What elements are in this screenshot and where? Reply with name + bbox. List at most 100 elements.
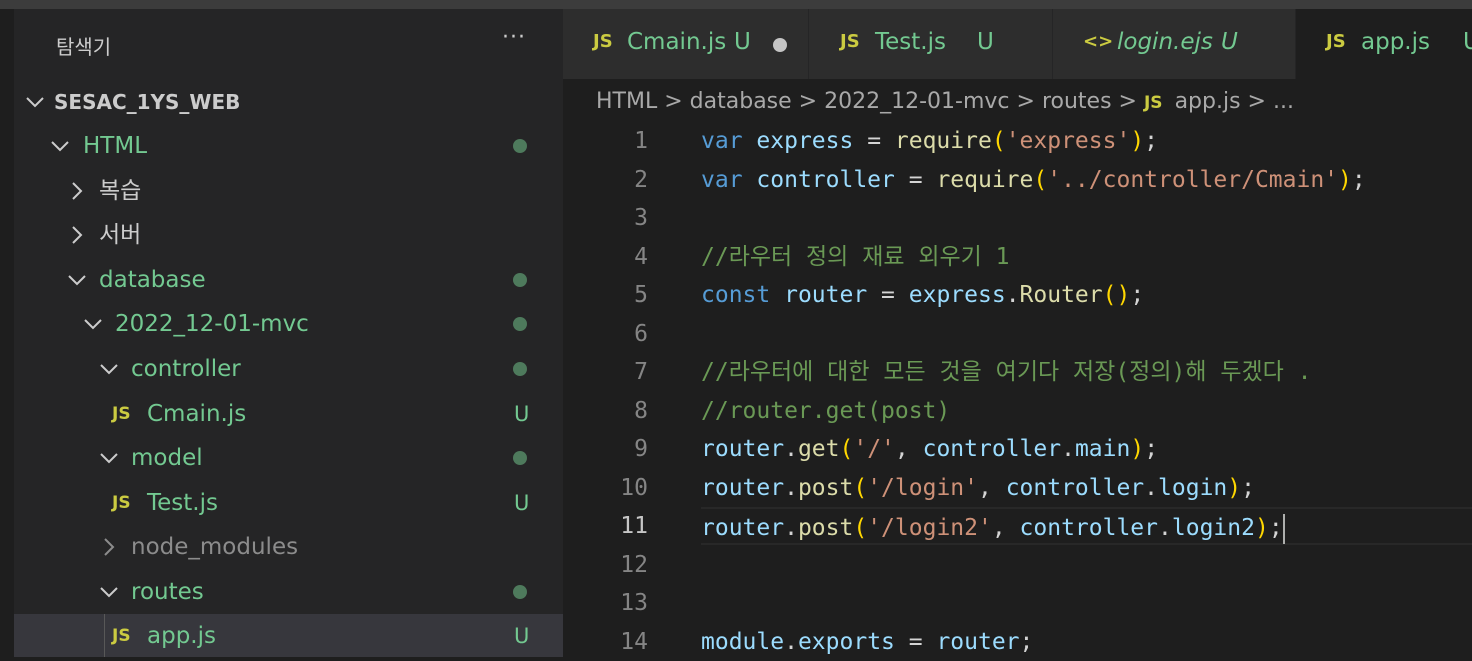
tab-label: Test.js bbox=[875, 29, 946, 55]
chevron-right-icon: > bbox=[664, 89, 683, 114]
tree-item-database[interactable]: database bbox=[14, 258, 563, 302]
code-token: module bbox=[701, 628, 785, 655]
code-token: , bbox=[991, 515, 1020, 541]
code-token: ( bbox=[1033, 166, 1048, 193]
code-token: ; bbox=[1144, 128, 1159, 154]
code-line[interactable]: 1 var express = require('express'); bbox=[563, 122, 1472, 160]
code-text: var controller = require('../controller/… bbox=[701, 161, 1472, 195]
code-token: = bbox=[894, 166, 937, 193]
tree-item-label: 복습 bbox=[99, 178, 142, 204]
tab-app-js[interactable]: JS app.js U bbox=[1296, 9, 1472, 79]
tree-item-cmain-js[interactable]: JS Cmain.js U bbox=[14, 392, 563, 436]
code-line[interactable]: 11 router.post('/login2', controller.logi… bbox=[563, 507, 1472, 545]
explorer-header: 탐색기 ··· bbox=[14, 9, 563, 79]
breadcrumb-item[interactable]: routes bbox=[1042, 89, 1112, 114]
tab-test-js[interactable]: JS Test.js U bbox=[809, 9, 1053, 79]
code-token: , bbox=[977, 474, 1006, 501]
code-token: controller bbox=[756, 166, 895, 193]
code-line[interactable]: 2 var controller = require('../controller… bbox=[563, 161, 1472, 199]
code-line[interactable]: 7 //라우터에 대한 모든 것을 여기다 저장(정의)해 두겠다 . bbox=[563, 353, 1472, 391]
code-token: . bbox=[1005, 282, 1020, 308]
code-line[interactable]: 14 module.exports = router; bbox=[563, 623, 1472, 661]
line-number: 7 bbox=[634, 359, 648, 385]
code-token: ; bbox=[1351, 166, 1366, 193]
line-number: 9 bbox=[634, 436, 648, 462]
code-token: . bbox=[1144, 474, 1159, 501]
chevron-down-icon bbox=[82, 302, 104, 346]
tree-item-label: app.js bbox=[147, 623, 216, 649]
code-line[interactable]: 9 router.get('/', controller.main); bbox=[563, 430, 1472, 468]
tree-item-node-modules[interactable]: node_modules bbox=[14, 525, 563, 569]
js-file-icon: JS bbox=[112, 493, 131, 513]
code-token: controller bbox=[1019, 515, 1159, 541]
tab-login-ejs[interactable]: <> login.ejs U bbox=[1053, 9, 1296, 79]
chevron-right-icon: > bbox=[798, 89, 818, 114]
tab-label: login.ejs bbox=[1117, 29, 1213, 55]
breadcrumb-item[interactable]: database bbox=[690, 89, 792, 114]
code-token: express bbox=[756, 128, 854, 154]
tree-item-test-js[interactable]: JS Test.js U bbox=[14, 481, 563, 525]
code-token: ( bbox=[853, 515, 868, 541]
code-line[interactable]: 10 router.post('/login', controller.login… bbox=[563, 469, 1472, 507]
code-line[interactable]: 13 bbox=[563, 584, 1472, 622]
unsaved-dot-icon[interactable] bbox=[773, 38, 787, 52]
code-token: ( bbox=[839, 436, 854, 462]
code-token: router bbox=[701, 515, 785, 541]
code-token: express bbox=[908, 282, 1006, 308]
tree-item-label: HTML bbox=[83, 133, 148, 159]
line-number: 10 bbox=[620, 474, 648, 501]
code-token: = bbox=[867, 282, 909, 308]
code-text: //router.get(post) bbox=[701, 392, 1472, 426]
modified-dot-icon bbox=[513, 317, 527, 331]
tree-item-routes[interactable]: routes bbox=[14, 570, 563, 614]
tree-item-label: Cmain.js bbox=[147, 401, 247, 427]
code-line[interactable]: 5 const router = express.Router(); bbox=[563, 276, 1472, 314]
code-brackets-icon: <> bbox=[1083, 31, 1114, 52]
code-line[interactable]: 3 bbox=[563, 199, 1472, 237]
code-token: ) bbox=[1130, 436, 1145, 462]
breadcrumb-item[interactable]: HTML bbox=[596, 89, 657, 114]
code-text: var express = require('express'); bbox=[701, 122, 1472, 156]
code-text: //라우터 정의 재료 외우기 1 bbox=[701, 238, 1472, 272]
js-file-icon: JS bbox=[593, 31, 613, 52]
code-line[interactable]: 12 bbox=[563, 546, 1472, 584]
code-token: ( bbox=[853, 474, 868, 501]
more-actions-icon[interactable]: ··· bbox=[502, 25, 526, 50]
chevron-right-icon: > bbox=[1247, 89, 1266, 114]
modified-dot-icon bbox=[513, 451, 527, 465]
js-file-icon: JS bbox=[1326, 31, 1346, 52]
explorer-title: 탐색기 bbox=[56, 35, 112, 59]
code-token: , bbox=[894, 436, 923, 462]
breadcrumb-more[interactable]: ... bbox=[1273, 89, 1294, 114]
code-token: . bbox=[784, 515, 798, 541]
breadcrumb-file[interactable]: app.js bbox=[1175, 89, 1241, 114]
breadcrumb-item[interactable]: 2022_12-01-mvc bbox=[824, 89, 1009, 114]
tree-item-html[interactable]: HTML bbox=[14, 124, 563, 168]
modified-dot-icon bbox=[513, 139, 527, 153]
code-line[interactable]: 4 //라우터 정의 재료 외우기 1 bbox=[563, 238, 1472, 276]
code-line[interactable]: 8 //router.get(post) bbox=[563, 392, 1472, 430]
modified-dot-icon bbox=[513, 273, 527, 287]
tree-item-model[interactable]: model bbox=[14, 436, 563, 480]
tree-item-controller[interactable]: controller bbox=[14, 347, 563, 391]
tree-item-review[interactable]: 복습 bbox=[14, 169, 563, 213]
tree-item-mvc[interactable]: 2022_12-01-mvc bbox=[14, 302, 563, 346]
code-token: ; bbox=[1241, 474, 1255, 501]
code-token: exports bbox=[797, 628, 895, 655]
code-token: controller bbox=[1005, 474, 1145, 501]
code-token: ) bbox=[1338, 166, 1352, 193]
tree-item-server[interactable]: 서버 bbox=[14, 213, 563, 257]
code-editor[interactable]: 1 var express = require('express'); 2 var c… bbox=[563, 122, 1472, 657]
chevron-right-icon bbox=[66, 213, 88, 257]
tree-item-app-js[interactable]: JS app.js U bbox=[14, 614, 563, 657]
chevron-right-icon: > bbox=[1118, 89, 1137, 114]
indent-guide bbox=[104, 614, 105, 657]
code-line[interactable]: 6 bbox=[563, 315, 1472, 353]
tab-cmain-js[interactable]: JS Cmain.js U bbox=[563, 9, 809, 79]
tree-root-folder[interactable]: SESAC_1YS_WEB bbox=[14, 80, 563, 124]
code-token: router bbox=[936, 628, 1020, 655]
untracked-badge: U bbox=[514, 491, 530, 515]
code-token: . bbox=[1158, 515, 1172, 541]
code-text: router.get('/', controller.main); bbox=[701, 430, 1472, 464]
